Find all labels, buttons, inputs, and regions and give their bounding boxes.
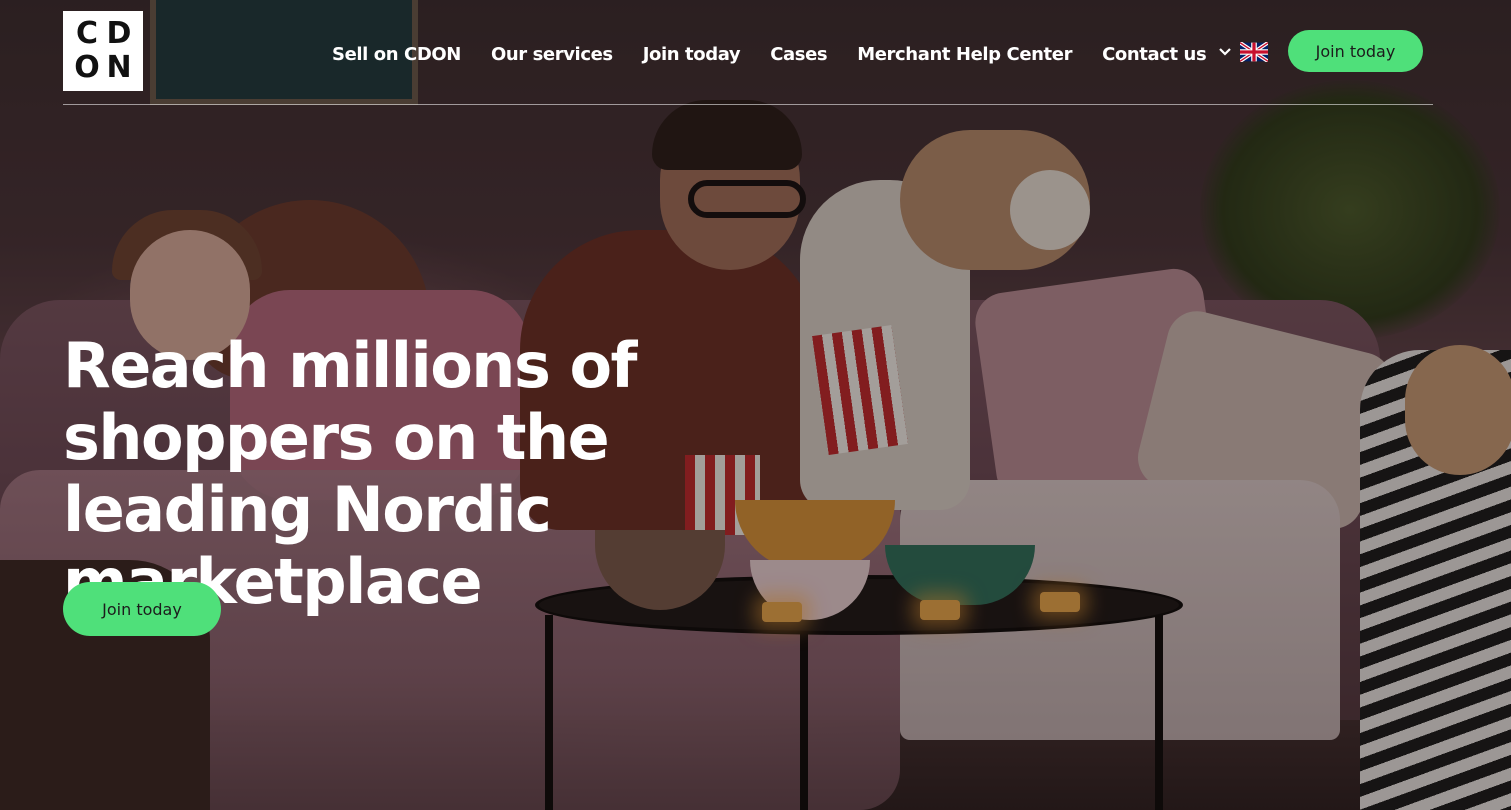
- chevron-down-icon: [1216, 43, 1234, 61]
- hero-headline: Reach millions of shoppers on the leadin…: [63, 329, 638, 618]
- logo-letter: N: [106, 50, 132, 85]
- main-nav: Sell on CDON Our services Join today Cas…: [332, 40, 1236, 68]
- logo-letter: C: [75, 16, 99, 51]
- nav-item-join-today[interactable]: Join today: [643, 44, 741, 65]
- nav-item-merchant-help-center[interactable]: Merchant Help Center: [857, 44, 1072, 65]
- hero-join-today-button[interactable]: Join today: [63, 582, 221, 636]
- nav-item-our-services[interactable]: Our services: [491, 44, 613, 65]
- header-divider: [63, 104, 1433, 105]
- uk-flag-icon: [1238, 41, 1270, 63]
- cdon-logo[interactable]: C D O N: [63, 11, 143, 91]
- nav-item-contact-us[interactable]: Contact us: [1102, 44, 1207, 65]
- header-join-today-button[interactable]: Join today: [1288, 30, 1423, 72]
- logo-letter: D: [106, 16, 132, 51]
- logo-letter: O: [74, 50, 100, 85]
- nav-item-cases[interactable]: Cases: [770, 44, 827, 65]
- language-selector[interactable]: [1216, 40, 1270, 64]
- nav-item-sell-on-cdon[interactable]: Sell on CDON: [332, 44, 461, 65]
